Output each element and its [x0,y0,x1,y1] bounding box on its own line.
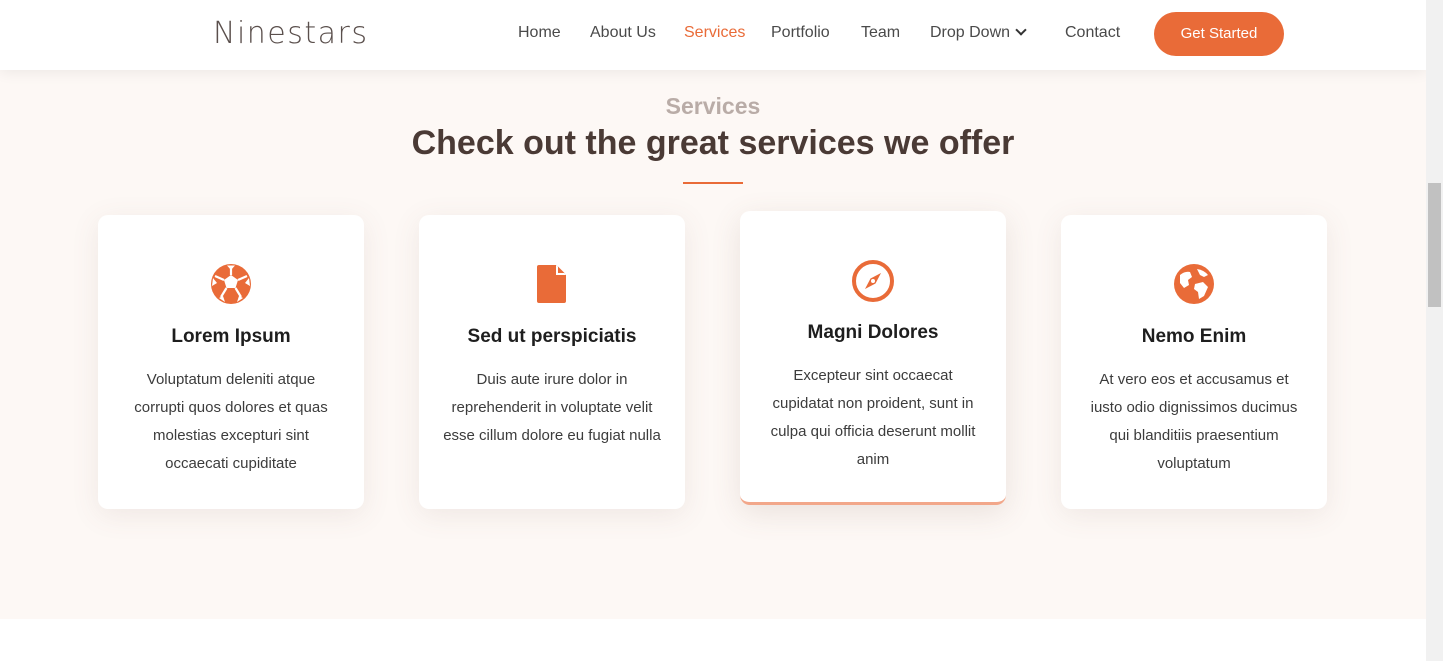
service-card-nemo-enim[interactable]: Nemo Enim At vero eos et accusamus et iu… [1061,215,1327,509]
globe-icon [1061,263,1327,309]
nav-item-label: Drop Down [930,24,1011,41]
nav-item-services[interactable]: Services [684,24,745,42]
service-card-text: Excepteur sint occaecat cupidatat non pr… [770,367,976,468]
service-card-lorem-ipsum[interactable]: Lorem Ipsum Voluptatum deleniti atque co… [98,215,364,509]
service-card-title: Sed ut perspiciatis [467,326,637,347]
title-divider [683,182,743,184]
service-card-title: Nemo Enim [1141,326,1247,347]
nav-item-home[interactable]: Home [518,24,561,42]
service-card-sed-ut-perspiciatis[interactable]: Sed ut perspiciatis Duis aute irure dolo… [419,215,685,509]
section-title: Check out the great services we offer [411,124,1015,162]
site-logo[interactable]: Ninestars [213,16,369,51]
services-section: Services Check out the great services we… [0,0,1426,619]
page-scrollbar[interactable] [1426,0,1443,661]
nav-item-drop-down[interactable]: Drop Down [930,24,1027,42]
service-card-title: Magni Dolores [807,322,939,343]
get-started-button[interactable]: Get Started [1154,12,1284,56]
section-label: Services [665,93,761,119]
service-card-magni-dolores[interactable]: Magni Dolores Excepteur sint occaecat cu… [740,211,1006,505]
nav-item-contact[interactable]: Contact [1065,24,1120,42]
nav-item-portfolio[interactable]: Portfolio [771,24,830,42]
scrollbar-thumb[interactable] [1428,183,1441,307]
site-header: Ninestars Home About Us Services Portfol… [0,0,1426,70]
chevron-down-icon [1015,24,1027,36]
service-card-text: Voluptatum deleniti atque corrupti quos … [134,371,328,472]
page: Services Check out the great services we… [0,0,1426,661]
nav-item-about-us[interactable]: About Us [590,24,656,42]
service-card-title: Lorem Ipsum [171,326,291,347]
service-card-text: Duis aute irure dolor in reprehenderit i… [443,371,661,444]
compass-icon [740,259,1006,305]
soccer-ball-icon [98,263,364,309]
nav-item-team[interactable]: Team [861,24,900,42]
service-card-text: At vero eos et accusamus et iusto odio d… [1090,371,1298,472]
file-icon [419,263,685,309]
